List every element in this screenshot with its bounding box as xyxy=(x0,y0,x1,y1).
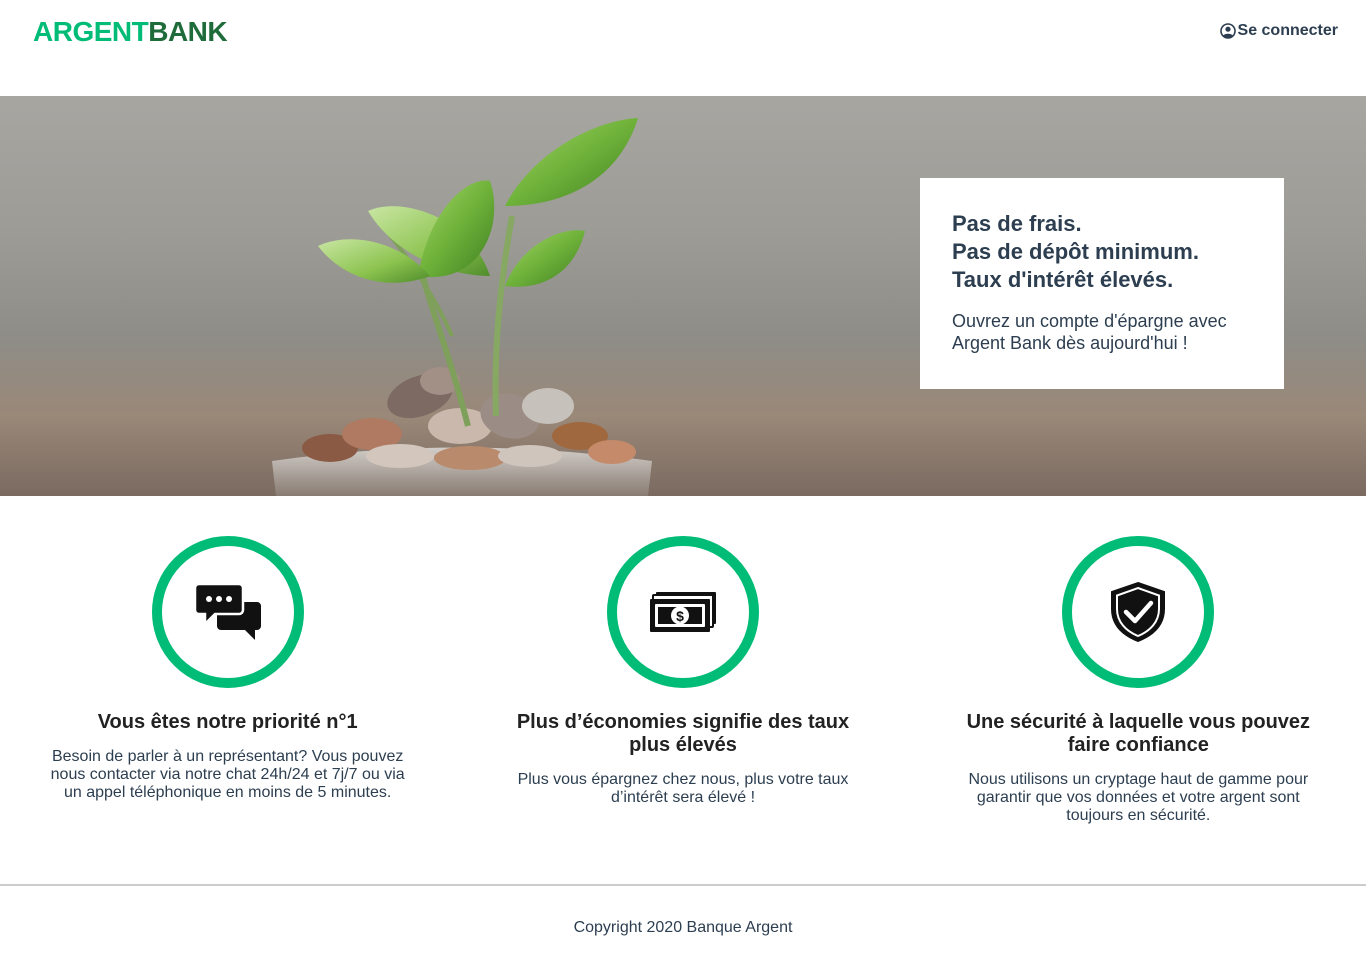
sign-in-label: Se connecter xyxy=(1237,22,1338,39)
sign-in-link[interactable]: Se connecter xyxy=(1219,19,1338,43)
hero-subtitle-no-deposit: Pas de dépôt minimum. xyxy=(952,239,1199,264)
chat-icon xyxy=(194,582,261,642)
feature-text: Besoin de parler à un représentant? Vous… xyxy=(50,748,405,801)
feature-title: Vous êtes notre priorité n°1 xyxy=(97,711,358,733)
feature-title: Une sécurité à laquelle vous pouvez fair… xyxy=(966,711,1311,756)
hero-content-card: Pas de frais. Pas de dépôt minimum. Taux… xyxy=(920,178,1284,389)
hero-banner: Pas de frais. Pas de dépôt minimum. Taux… xyxy=(0,96,1366,496)
feature-icon-ring xyxy=(151,536,304,688)
user-circle-icon xyxy=(1219,23,1236,39)
svg-text:$: $ xyxy=(676,608,684,624)
feature-text: Plus vous épargnez chez nous, plus votre… xyxy=(517,771,849,806)
hero-subtitle-high-rates: Taux d'intérêt élevés. xyxy=(952,267,1174,292)
logo-link[interactable]: ARGENTBANK xyxy=(33,14,228,50)
hero-text: Ouvrez un compte d'épargne avec Argent B… xyxy=(952,311,1227,353)
security-icon xyxy=(1109,581,1167,643)
feature-icon-ring: $ xyxy=(606,536,759,688)
hero-subtitle-no-fees: Pas de frais. xyxy=(952,211,1082,236)
feature-item: $ Plus d’économies signifie des taux plu… xyxy=(455,496,910,884)
money-icon: $ xyxy=(648,590,718,634)
footer: Copyright 2020 Banque Argent xyxy=(0,884,1366,960)
footer-copyright: Copyright 2020 Banque Argent xyxy=(573,919,793,936)
feature-text: Nous utilisons un cryptage haut de gamme… xyxy=(968,771,1309,824)
logo-text-argent: ARGENT xyxy=(33,16,149,47)
feature-title: Plus d’économies signifie des taux plus … xyxy=(516,711,850,756)
feature-icon-ring xyxy=(1062,536,1215,688)
feature-item: Vous êtes notre priorité n°1 Besoin de p… xyxy=(0,496,455,884)
main-nav: ARGENTBANK Se connecter xyxy=(0,0,1366,64)
logo-text-bank: BANK xyxy=(148,16,228,47)
features-section: Vous êtes notre priorité n°1 Besoin de p… xyxy=(0,496,1366,884)
feature-item: Une sécurité à laquelle vous pouvez fair… xyxy=(911,496,1366,884)
